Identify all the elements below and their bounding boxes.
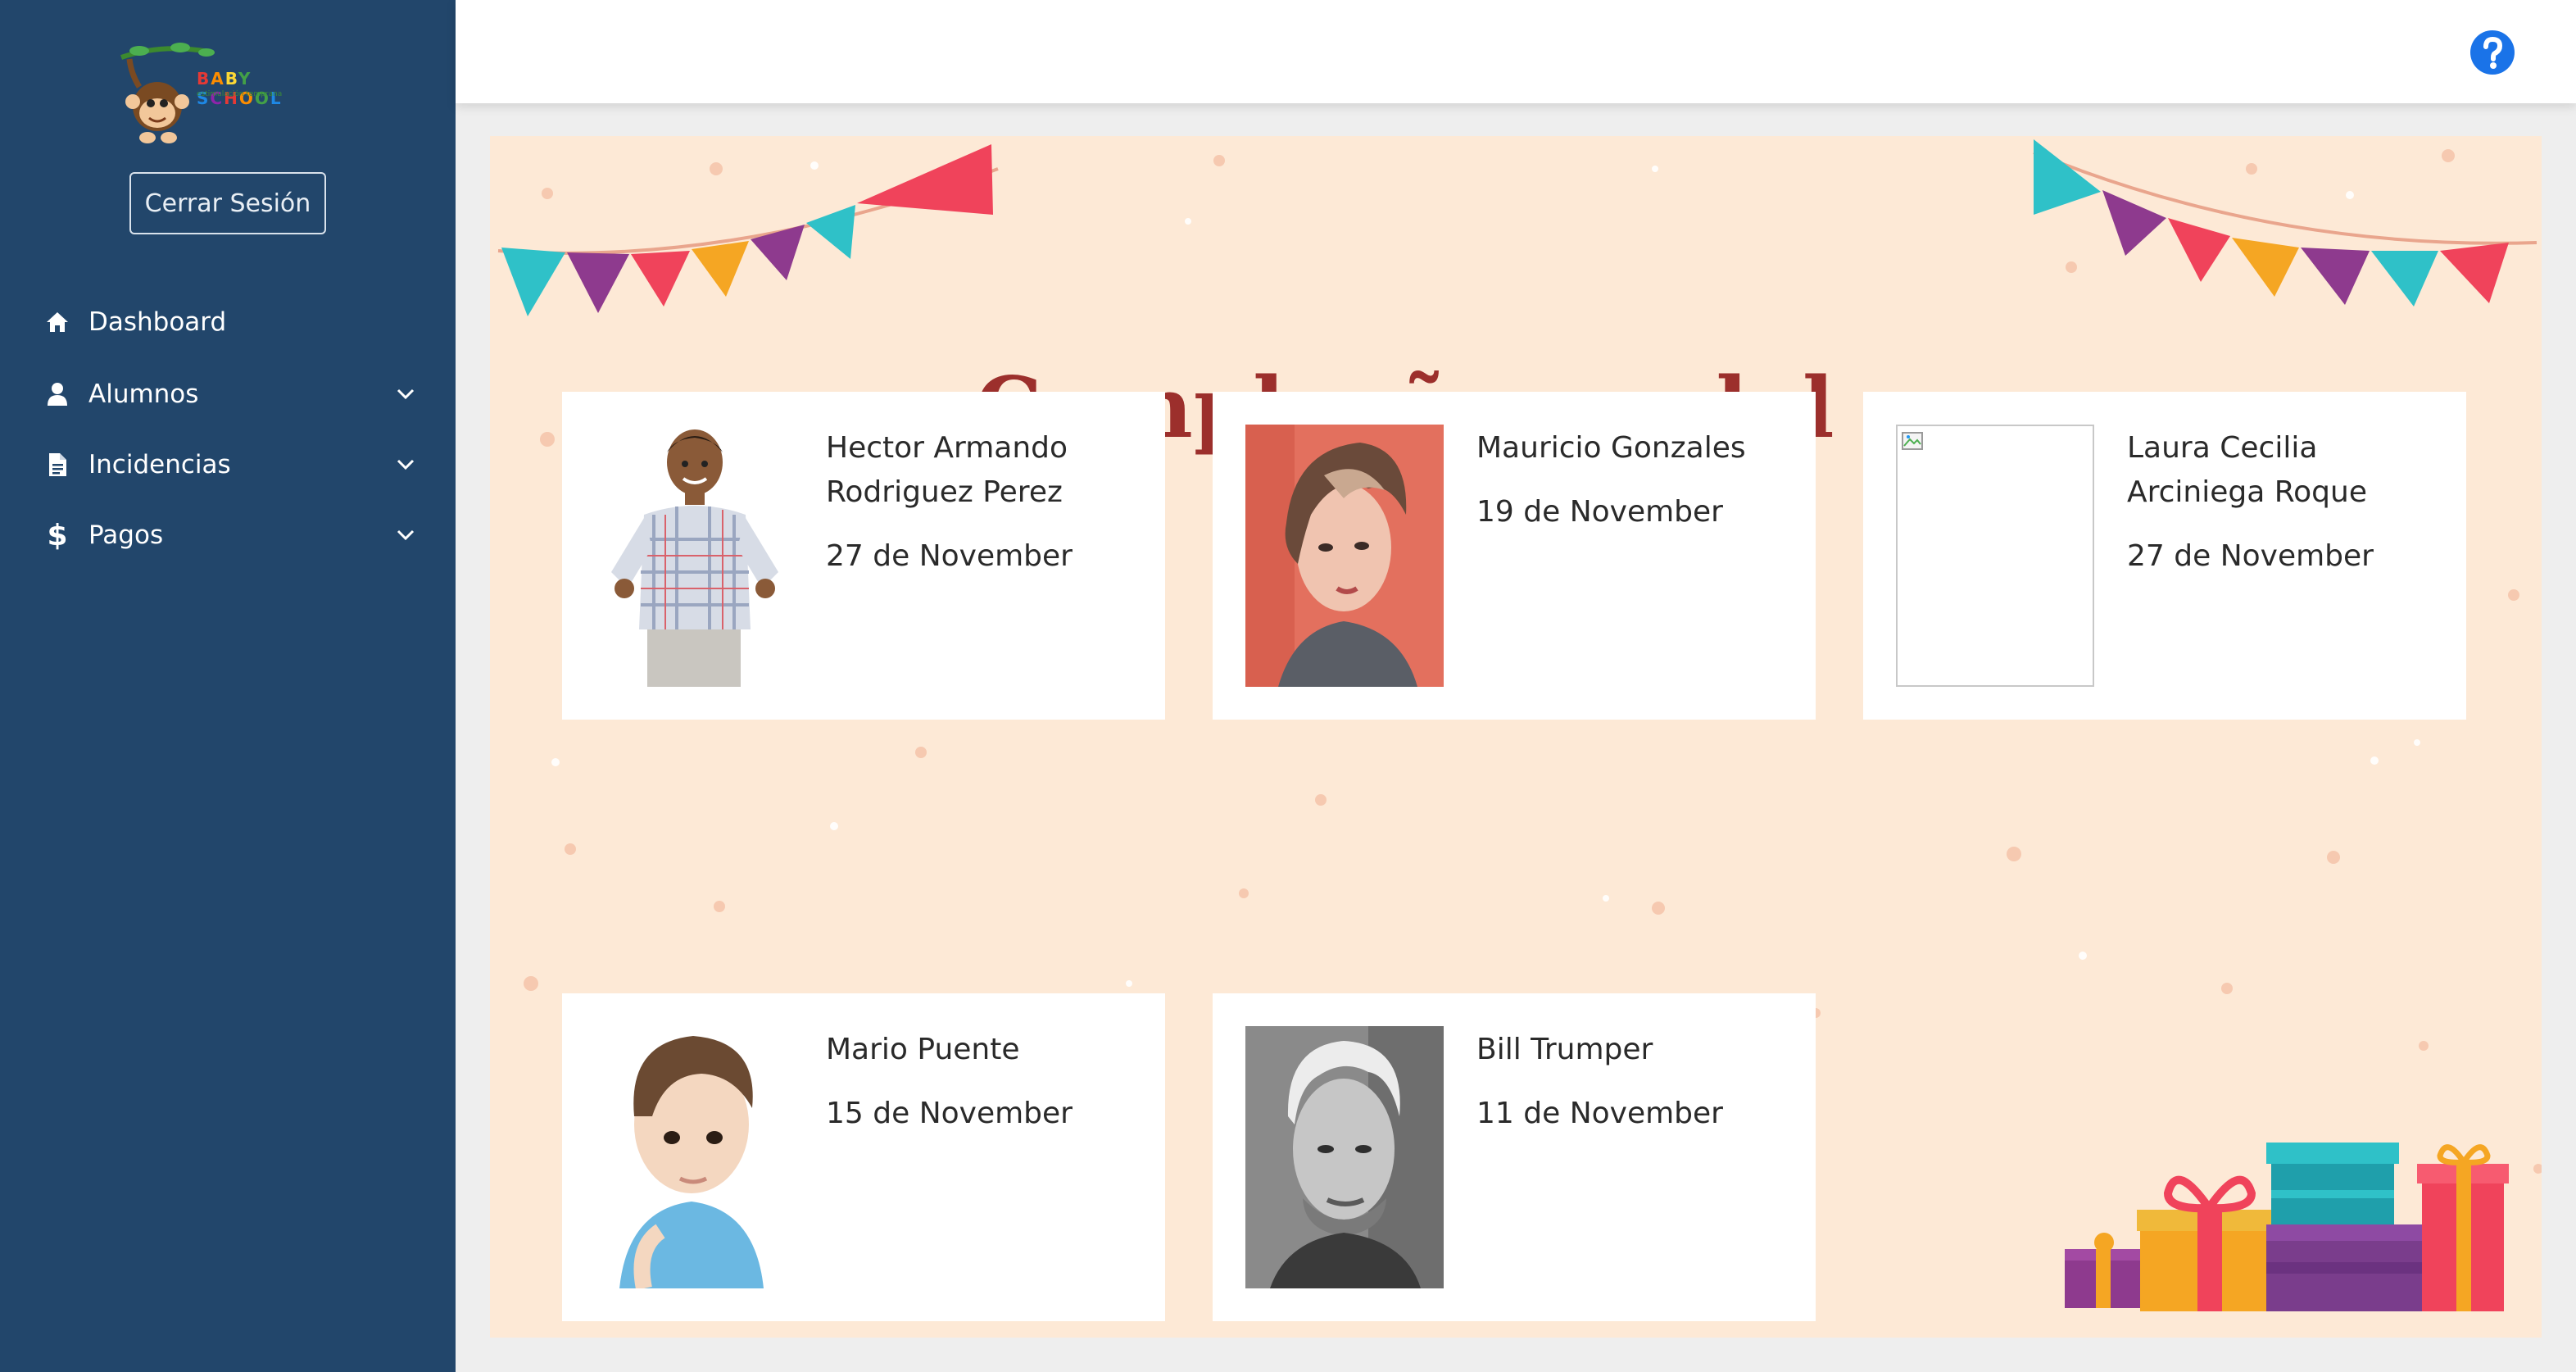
question-circle-icon[interactable] bbox=[2469, 30, 2515, 75]
user-icon bbox=[44, 381, 70, 407]
birthday-card[interactable]: Laura Cecilia Arciniega Roque 27 de Nove… bbox=[1863, 392, 2466, 720]
chevron-down-icon[interactable] bbox=[395, 454, 416, 475]
child-photo bbox=[595, 425, 793, 687]
birthday-card[interactable]: Bill Trumper 11 de November bbox=[1213, 993, 1816, 1321]
sidebar-item-alumnos[interactable]: Alumnos bbox=[0, 366, 456, 423]
gift-boxes-icon bbox=[2065, 1143, 2509, 1311]
student-name: Mario Puente bbox=[826, 1033, 1020, 1066]
logo-text: BABY SCHOOL bbox=[197, 69, 283, 108]
broken-image bbox=[1896, 425, 2094, 687]
sidebar-item-dashboard[interactable]: Dashboard bbox=[0, 293, 456, 351]
school-logo[interactable]: BABY SCHOOL estimulación temprana bbox=[115, 41, 344, 156]
man-photo bbox=[1245, 1026, 1444, 1288]
birthday-date: 27 de November bbox=[2127, 539, 2374, 573]
sidebar-item-label: Incidencias bbox=[88, 450, 231, 479]
top-bar bbox=[456, 0, 2576, 103]
birthday-card[interactable]: Hector Armando Rodriguez Perez 27 de Nov… bbox=[562, 392, 1165, 720]
toddler-photo bbox=[595, 1026, 793, 1288]
birthday-date: 19 de November bbox=[1476, 495, 1723, 529]
teen-photo bbox=[1245, 425, 1444, 687]
birthday-card[interactable]: Mario Puente 15 de November bbox=[562, 993, 1165, 1321]
bunting-left-icon bbox=[497, 144, 999, 316]
student-name: Laura Cecilia Arciniega Roque bbox=[2127, 431, 2367, 509]
logout-button[interactable]: Cerrar Sesión bbox=[129, 172, 326, 234]
home-icon bbox=[44, 309, 70, 335]
bunting-right-icon bbox=[2033, 139, 2537, 307]
student-name: Hector Armando Rodriguez Perez bbox=[826, 431, 1068, 509]
logo-subtitle: estimulación temprana bbox=[197, 90, 283, 98]
broken-image-icon bbox=[1902, 432, 1923, 450]
birthday-date: 11 de November bbox=[1476, 1097, 1723, 1130]
document-icon bbox=[44, 452, 70, 478]
chevron-down-icon[interactable] bbox=[395, 525, 416, 546]
birthdays-panel: Cumpleañeros del mes bbox=[490, 136, 2542, 1338]
sidebar-item-incidencias[interactable]: Incidencias bbox=[0, 436, 456, 493]
dollar-icon: $ bbox=[47, 518, 68, 552]
birthday-date: 15 de November bbox=[826, 1097, 1073, 1130]
sidebar-item-label: Dashboard bbox=[88, 307, 227, 337]
student-name: Bill Trumper bbox=[1476, 1033, 1653, 1066]
sidebar: BABY SCHOOL estimulación temprana Cerrar… bbox=[0, 0, 456, 1372]
birthday-date: 27 de November bbox=[826, 539, 1073, 573]
sidebar-item-label: Pagos bbox=[88, 520, 164, 550]
sidebar-item-label: Alumnos bbox=[88, 379, 199, 409]
sidebar-item-pagos[interactable]: $ Pagos bbox=[0, 507, 456, 564]
student-name: Mauricio Gonzales bbox=[1476, 431, 1746, 465]
chevron-down-icon[interactable] bbox=[395, 384, 416, 405]
birthday-card[interactable]: Mauricio Gonzales 19 de November bbox=[1213, 392, 1816, 720]
